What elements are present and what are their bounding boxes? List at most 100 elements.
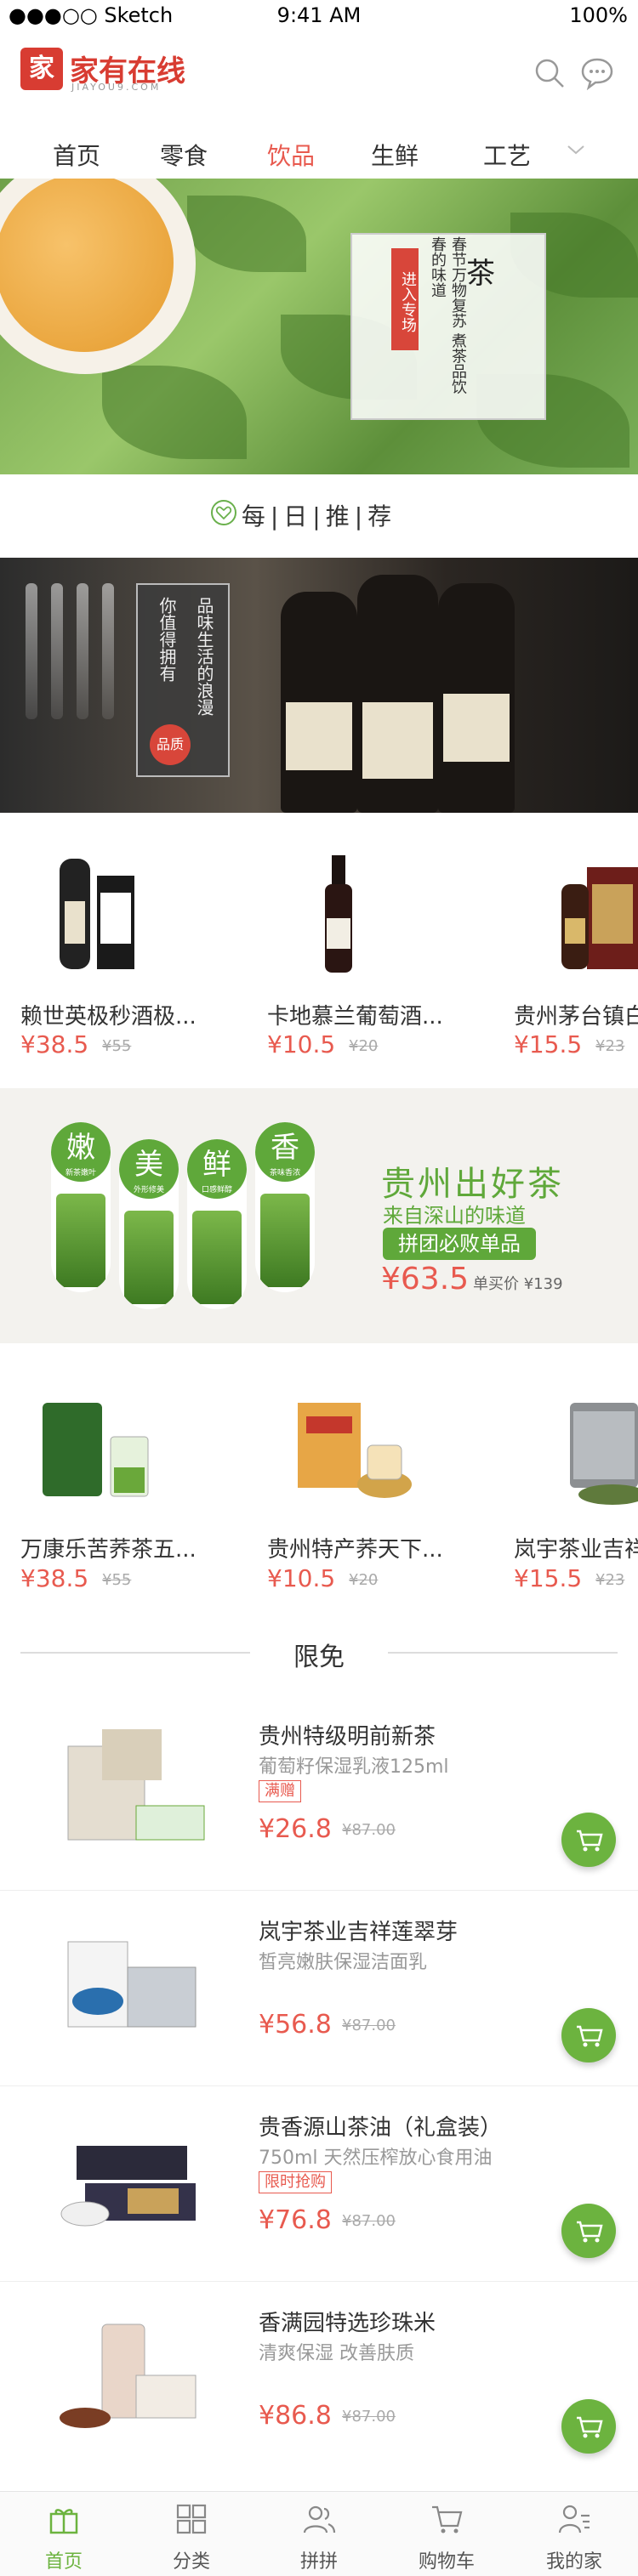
search-icon[interactable] xyxy=(533,56,567,90)
product-price: ¥38.5 xyxy=(20,1030,89,1058)
product-price: ¥86.8 xyxy=(259,2401,332,2431)
app-root: ●●●○○ Sketch 9:41 AM 100% 家 家有在线 JIAYOU9… xyxy=(0,0,638,2576)
promo-tag: 满赠 xyxy=(259,1780,301,1802)
cart-icon xyxy=(577,2221,603,2243)
product-subtitle: 皙亮嫩肤保湿洁面乳 xyxy=(259,1952,428,1973)
tab-fresh[interactable]: 生鲜 xyxy=(371,138,419,172)
tea-image xyxy=(260,1194,310,1287)
product-old-price: ¥87.00 xyxy=(342,2017,396,2034)
category-nav: 首页 零食 饮品 生鲜 工艺 xyxy=(0,128,638,179)
product-image xyxy=(289,1386,417,1513)
list-item[interactable]: 贵州特级明前新茶 葡萄籽保湿乳液125ml 满赠 ¥26.8 ¥87.00 xyxy=(0,1695,638,1891)
message-icon[interactable] xyxy=(580,56,614,91)
product-old-price: ¥23 xyxy=(595,1037,625,1055)
product-image xyxy=(298,850,400,978)
product-name: 贵州特级明前新茶 xyxy=(259,1724,436,1750)
product-old-price: ¥55 xyxy=(102,1571,132,1589)
promo-pill: 美 外形修美 xyxy=(119,1139,179,1309)
tab-profile[interactable]: 我的家 xyxy=(510,2492,638,2576)
cart-icon xyxy=(432,2505,463,2533)
product-name: 贵州茅台镇白 xyxy=(514,1004,638,1030)
promo-price: ¥63.5 xyxy=(381,1262,470,1297)
product-old-price: ¥87.00 xyxy=(342,2408,396,2426)
tab-category[interactable]: 分类 xyxy=(128,2492,255,2576)
tab-label: 我的家 xyxy=(545,2551,602,2573)
product-price: ¥76.8 xyxy=(259,2205,332,2235)
product-old-price: ¥87.00 xyxy=(342,1821,396,1839)
tab-snacks[interactable]: 零食 xyxy=(160,138,208,172)
product-name: 万康乐苦荞茶五... xyxy=(20,1537,197,1563)
wine-banner[interactable]: 品味生活的浪漫 你值得拥有 品质 xyxy=(0,558,638,813)
product-subtitle: 750ml 天然压榨放心食用油 xyxy=(259,2148,493,2169)
tab-drinks[interactable]: 饮品 xyxy=(267,138,315,172)
wine-product-row: 赖世英极秒酒极... ¥38.5 ¥55 卡地慕兰葡萄酒... ¥10.5 ¥2… xyxy=(0,842,638,1063)
group-buy-badge[interactable]: 拼团必败单品 xyxy=(383,1228,536,1260)
tea-banner[interactable]: 进入专场 春节万物复苏 煮茶品饮春的味道 茶 xyxy=(0,179,638,474)
product-image xyxy=(34,1386,162,1513)
logo-subtitle: JIAYOU9.COM xyxy=(71,82,162,93)
add-to-cart-button[interactable] xyxy=(561,2204,616,2258)
tab-label: 分类 xyxy=(172,2551,210,2573)
promo-pill: 鲜 口感鲜醇 xyxy=(187,1139,247,1309)
product-image xyxy=(51,850,153,978)
tea-title: 茶 xyxy=(466,257,495,291)
product-old-price: ¥20 xyxy=(349,1571,379,1589)
promo-pill: 香 茶味香浓 xyxy=(255,1122,315,1292)
logo-icon: 家 xyxy=(20,48,63,90)
tab-label: 购物车 xyxy=(418,2551,475,2573)
product-card[interactable]: 贵州茅台镇白 ¥15.5 ¥23 xyxy=(493,842,638,1063)
product-old-price: ¥87.00 xyxy=(342,2212,396,2230)
product-name: 香满园特选珍珠米 xyxy=(259,2311,436,2336)
product-name: 岚宇茶业吉祥 xyxy=(514,1537,638,1563)
product-price: ¥10.5 xyxy=(267,1564,336,1592)
product-price: ¥10.5 xyxy=(267,1030,336,1058)
promo-subtitle: 来自深山的味道 xyxy=(383,1204,526,1228)
promo-single-price: 单买价 ¥139 xyxy=(473,1275,563,1293)
product-card[interactable]: 万康乐苦荞茶五... ¥38.5 ¥55 xyxy=(0,1386,213,1607)
tab-label: 首页 xyxy=(44,2551,83,2573)
product-name: 岚宇茶业吉祥莲翠芽 xyxy=(259,1920,459,1945)
promo-pill: 嫩 新茶嫩叶 xyxy=(51,1122,111,1292)
promo-pill-sub: 口感鲜醇 xyxy=(201,1186,232,1194)
product-card[interactable]: 岚宇茶业吉祥 ¥15.5 ¥23 xyxy=(493,1386,638,1607)
product-card[interactable]: 赖世英极秒酒极... ¥38.5 ¥55 xyxy=(0,842,213,1063)
promo-tag: 限时抢购 xyxy=(259,2171,332,2193)
add-to-cart-button[interactable] xyxy=(561,2399,616,2454)
tab-crafts[interactable]: 工艺 xyxy=(483,138,531,172)
product-image xyxy=(544,1386,638,1513)
promo-pill-sub: 新茶嫩叶 xyxy=(65,1169,96,1177)
chevron-down-icon[interactable] xyxy=(563,139,589,163)
tab-home[interactable]: 首页 xyxy=(53,138,100,172)
tab-cart[interactable]: 购物车 xyxy=(383,2492,510,2576)
battery-label: 100% xyxy=(569,3,628,27)
enter-special-button[interactable]: 进入专场 xyxy=(391,248,419,350)
list-item[interactable]: 香满园特选珍珠米 清爽保湿 改善肤质 ¥86.8 ¥87.00 xyxy=(0,2282,638,2477)
tab-bar: 首页 分类 拼拼 购物车 我的家 xyxy=(0,2491,638,2576)
product-price: ¥38.5 xyxy=(20,1564,89,1592)
tab-home[interactable]: 首页 xyxy=(0,2492,128,2576)
wine-slogan-1: 品味生活的浪漫 xyxy=(194,597,214,716)
add-to-cart-button[interactable] xyxy=(561,1813,616,1867)
tab-group-buy[interactable]: 拼拼 xyxy=(255,2492,383,2576)
add-to-cart-button[interactable] xyxy=(561,2008,616,2063)
product-name: 贵香源山茶油（礼盒装） xyxy=(259,2115,503,2141)
product-image xyxy=(51,1908,213,2061)
wine-slogan-2: 你值得拥有 xyxy=(157,597,177,682)
grid-icon xyxy=(176,2504,207,2534)
tea-promo-banner[interactable]: 嫩 新茶嫩叶 美 外形修美 鲜 口感鲜醇 香 茶味香浓 xyxy=(0,1088,638,1343)
product-name: 赖世英极秒酒极... xyxy=(20,1004,197,1030)
product-name: 贵州特产荞天下... xyxy=(267,1537,443,1563)
product-name: 卡地慕兰葡萄酒... xyxy=(267,1004,443,1030)
product-old-price: ¥55 xyxy=(102,1037,132,1055)
product-price: ¥56.8 xyxy=(259,2010,332,2040)
tea-product-row: 万康乐苦荞茶五... ¥38.5 ¥55 贵州特产荞天下... ¥10.5 ¥2… xyxy=(0,1386,638,1607)
promo-pill-sub: 外形修美 xyxy=(133,1186,164,1194)
list-item[interactable]: 贵香源山茶油（礼盒装） 750ml 天然压榨放心食用油 限时抢购 ¥76.8 ¥… xyxy=(0,2086,638,2282)
product-card[interactable]: 卡地慕兰葡萄酒... ¥10.5 ¥20 xyxy=(247,842,459,1063)
product-card[interactable]: 贵州特产荞天下... ¥10.5 ¥20 xyxy=(247,1386,459,1607)
tab-label: 拼拼 xyxy=(299,2551,338,2573)
product-image xyxy=(544,850,638,978)
gift-icon xyxy=(49,2509,78,2534)
product-subtitle: 葡萄籽保湿乳液125ml xyxy=(259,1756,449,1778)
list-item[interactable]: 岚宇茶业吉祥莲翠芽 皙亮嫩肤保湿洁面乳 ¥56.8 ¥87.00 xyxy=(0,1891,638,2086)
